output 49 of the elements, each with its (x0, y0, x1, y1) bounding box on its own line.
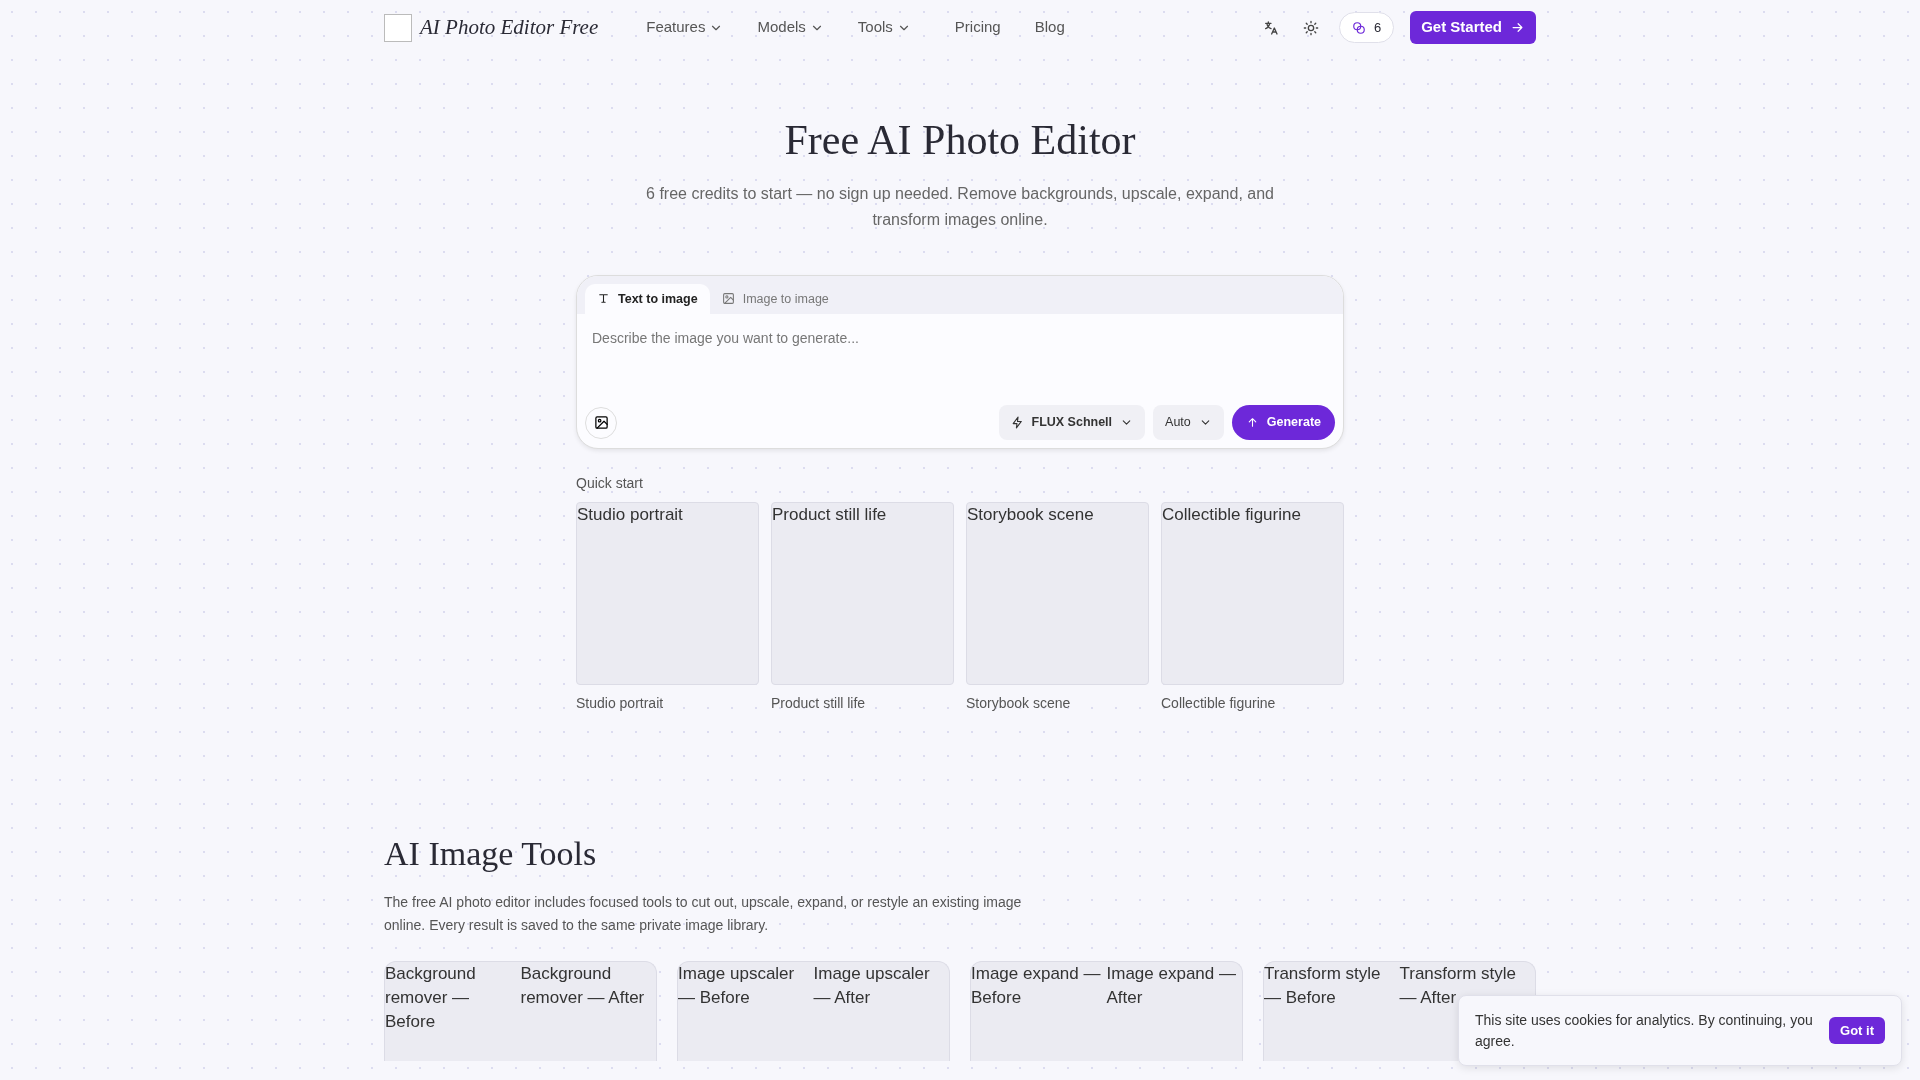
preset-caption[interactable]: Studio portrait (576, 693, 759, 715)
generate-button[interactable]: Generate (1231, 405, 1335, 441)
preset-caption[interactable]: Storybook scene (966, 693, 1149, 715)
nav-link[interactable]: Features (646, 16, 724, 39)
page-subtitle: 6 free credits to start — no sign up needed. Remove backgrounds, upscale, expand, and transform images online. (645, 184, 1275, 230)
accept-cookies-button[interactable]: Got it (1829, 1016, 1885, 1045)
image-plus-icon (593, 415, 609, 431)
image-icon (721, 292, 735, 306)
image-alt-text: Background remover — After (520, 963, 646, 1009)
prompt-field[interactable]: Text to image Image to image Describe the image you want to generate... FLUX Schnell Auto Generate (576, 274, 1344, 450)
logo-text[interactable]: AI Photo Editor Free (420, 11, 599, 44)
text-icon (597, 292, 610, 306)
nav-link[interactable]: Blog (1034, 16, 1065, 39)
nav-link[interactable]: Pricing (954, 16, 1001, 39)
page-title: Free AI Photo Editor (783, 116, 1137, 165)
add-image-button[interactable] (585, 406, 617, 439)
image-placeholder[interactable]: Studio portrait (576, 502, 759, 686)
image-alt-text: Image upscaler — Before (678, 963, 796, 1009)
image-placeholder[interactable]: Collectible figurine (1161, 502, 1344, 686)
mode-tab[interactable]: Text to image (585, 283, 710, 315)
get-started-button[interactable]: Get Started (1410, 11, 1536, 44)
translate-icon (1262, 20, 1279, 37)
section-label: Quick start (576, 474, 644, 494)
mode-tab[interactable]: Image to image (709, 283, 841, 315)
image-alt-text: Background remover — Before (385, 963, 477, 1033)
credits-badge: 6 (1338, 11, 1395, 44)
lightning-icon (1010, 416, 1024, 430)
sun-icon (1302, 20, 1319, 37)
coins-icon (1351, 20, 1366, 35)
model-select[interactable]: FLUX Schnell (998, 405, 1146, 441)
ratio-select[interactable]: Auto (1153, 405, 1224, 441)
nav-link[interactable]: Models (757, 16, 824, 39)
tool-card[interactable]: Image upscaler — Before Image upscaler — After (677, 961, 950, 1062)
image-placeholder[interactable]: Storybook scene (966, 502, 1149, 686)
section-description: The free AI photo editor includes focused tools to cut out, upscale, expand, or restyle an existing image online. Every result is saved to the same private image library. (384, 892, 1023, 935)
preset-caption[interactable]: Collectible figurine (1161, 693, 1344, 715)
section-title: AI Image Tools (384, 834, 598, 875)
tool-card[interactable]: Image expand — Before Image expand — After (970, 961, 1243, 1062)
preset-caption[interactable]: Product still life (771, 693, 954, 715)
image-alt-text: Image expand — Before (971, 963, 1102, 1009)
nav-link[interactable]: Tools (857, 16, 911, 39)
image-alt-text: Image expand — After (1106, 963, 1237, 1009)
image-placeholder[interactable]: Product still life (771, 502, 954, 686)
tool-card[interactable]: Background remover — Before Background remover — After (384, 961, 657, 1062)
image-alt-text: Transform style — After (1399, 963, 1517, 1009)
logo-image (384, 13, 412, 42)
image-alt-text: Transform style — Before (1264, 963, 1382, 1009)
arrow-right-icon (1510, 20, 1525, 35)
image-alt-text: Image upscaler — After (813, 963, 931, 1009)
